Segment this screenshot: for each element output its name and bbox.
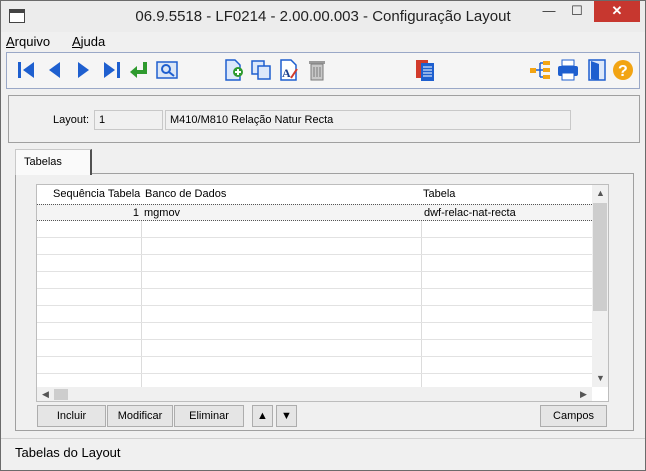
scroll-right-icon[interactable]: ▶ xyxy=(575,386,592,401)
empty-row[interactable] xyxy=(37,323,592,340)
empty-row[interactable] xyxy=(37,357,592,374)
tab-tabelas[interactable]: Tabelas xyxy=(15,149,92,175)
modificar-button[interactable]: Modificar xyxy=(107,405,173,427)
exit-icon[interactable] xyxy=(585,58,609,82)
empty-row[interactable] xyxy=(37,306,592,323)
delete-icon[interactable] xyxy=(305,58,329,82)
empty-row[interactable] xyxy=(37,340,592,357)
close-button[interactable]: ✕ xyxy=(594,1,640,22)
return-icon[interactable] xyxy=(127,58,151,82)
scroll-down-icon[interactable]: ▼ xyxy=(592,370,608,387)
menu-ajuda-label: juda xyxy=(80,34,106,49)
horizontal-scroll-thumb[interactable] xyxy=(54,389,68,400)
cell-database: mgmov xyxy=(144,207,181,219)
empty-row[interactable] xyxy=(37,238,592,255)
report-icon[interactable] xyxy=(413,58,437,82)
status-text: Tabelas do Layout xyxy=(15,445,121,460)
scroll-left-icon[interactable]: ◀ xyxy=(37,386,54,401)
help-icon[interactable]: ? xyxy=(611,58,635,82)
svg-text:A: A xyxy=(282,66,291,80)
copy-icon[interactable] xyxy=(249,58,273,82)
menu-arquivo-label: rquivo xyxy=(14,34,51,49)
search-icon[interactable] xyxy=(155,58,179,82)
grid-body: 1 mgmov dwf-relac-nat-recta xyxy=(37,204,592,391)
layout-code-field: 1 xyxy=(94,110,163,130)
column-header-sequence[interactable]: Sequência Tabela xyxy=(53,188,140,200)
empty-row[interactable] xyxy=(37,289,592,306)
edit-text-icon[interactable]: A xyxy=(277,58,301,82)
previous-record-icon[interactable] xyxy=(43,58,67,82)
grid-header: Sequência Tabela Banco de Dados Tabela xyxy=(37,185,592,203)
maximize-button[interactable]: ☐ xyxy=(564,1,590,22)
incluir-button[interactable]: Incluir xyxy=(37,405,106,427)
menu-arquivo[interactable]: Arquivo xyxy=(6,34,50,49)
menu-ajuda-accel: A xyxy=(72,34,81,49)
empty-row[interactable] xyxy=(37,221,592,238)
vertical-scrollbar[interactable]: ▲ ▼ xyxy=(592,185,608,387)
menu-ajuda[interactable]: Ajuda xyxy=(72,34,105,49)
menu-arquivo-accel: A xyxy=(6,34,15,49)
main-window: 06.9.5518 - LF0214 - 2.00.00.003 - Confi… xyxy=(0,0,646,471)
column-header-table[interactable]: Tabela xyxy=(423,188,455,200)
minimize-button[interactable]: — xyxy=(536,1,562,22)
layout-description-field: M410/M810 Relação Natur Recta xyxy=(165,110,571,130)
horizontal-scrollbar[interactable]: ◀ ▶ xyxy=(37,386,592,401)
tabelas-panel: Sequência Tabela Banco de Dados Tabela 1… xyxy=(15,173,634,431)
cell-sequence: 1 xyxy=(132,207,139,219)
layout-panel: Layout: 1 M410/M810 Relação Natur Recta xyxy=(8,95,640,143)
move-up-button[interactable]: ▲ xyxy=(252,405,273,427)
move-down-button[interactable]: ▼ xyxy=(276,405,297,427)
tree-icon[interactable] xyxy=(528,58,552,82)
cell-table: dwf-relac-nat-recta xyxy=(424,207,516,219)
menu-bar: Arquivo Ajuda xyxy=(1,32,645,51)
tables-grid[interactable]: Sequência Tabela Banco de Dados Tabela 1… xyxy=(36,184,609,402)
svg-text:?: ? xyxy=(618,63,628,80)
next-record-icon[interactable] xyxy=(71,58,95,82)
layout-label: Layout: xyxy=(53,114,90,126)
eliminar-button[interactable]: Eliminar xyxy=(174,405,244,427)
column-header-database[interactable]: Banco de Dados xyxy=(145,188,226,200)
scroll-up-icon[interactable]: ▲ xyxy=(592,185,608,202)
print-icon[interactable] xyxy=(556,58,580,82)
status-bar: Tabelas do Layout xyxy=(1,438,645,470)
campos-button[interactable]: Campos xyxy=(540,405,607,427)
last-record-icon[interactable] xyxy=(99,58,123,82)
title-bar[interactable]: 06.9.5518 - LF0214 - 2.00.00.003 - Confi… xyxy=(1,1,645,32)
toolbar: A ? xyxy=(6,52,640,89)
vertical-scroll-thumb[interactable] xyxy=(593,203,607,311)
table-row[interactable]: 1 mgmov dwf-relac-nat-recta xyxy=(37,204,592,221)
empty-row[interactable] xyxy=(37,272,592,289)
first-record-icon[interactable] xyxy=(15,58,39,82)
new-document-icon[interactable] xyxy=(221,58,245,82)
empty-row[interactable] xyxy=(37,255,592,272)
